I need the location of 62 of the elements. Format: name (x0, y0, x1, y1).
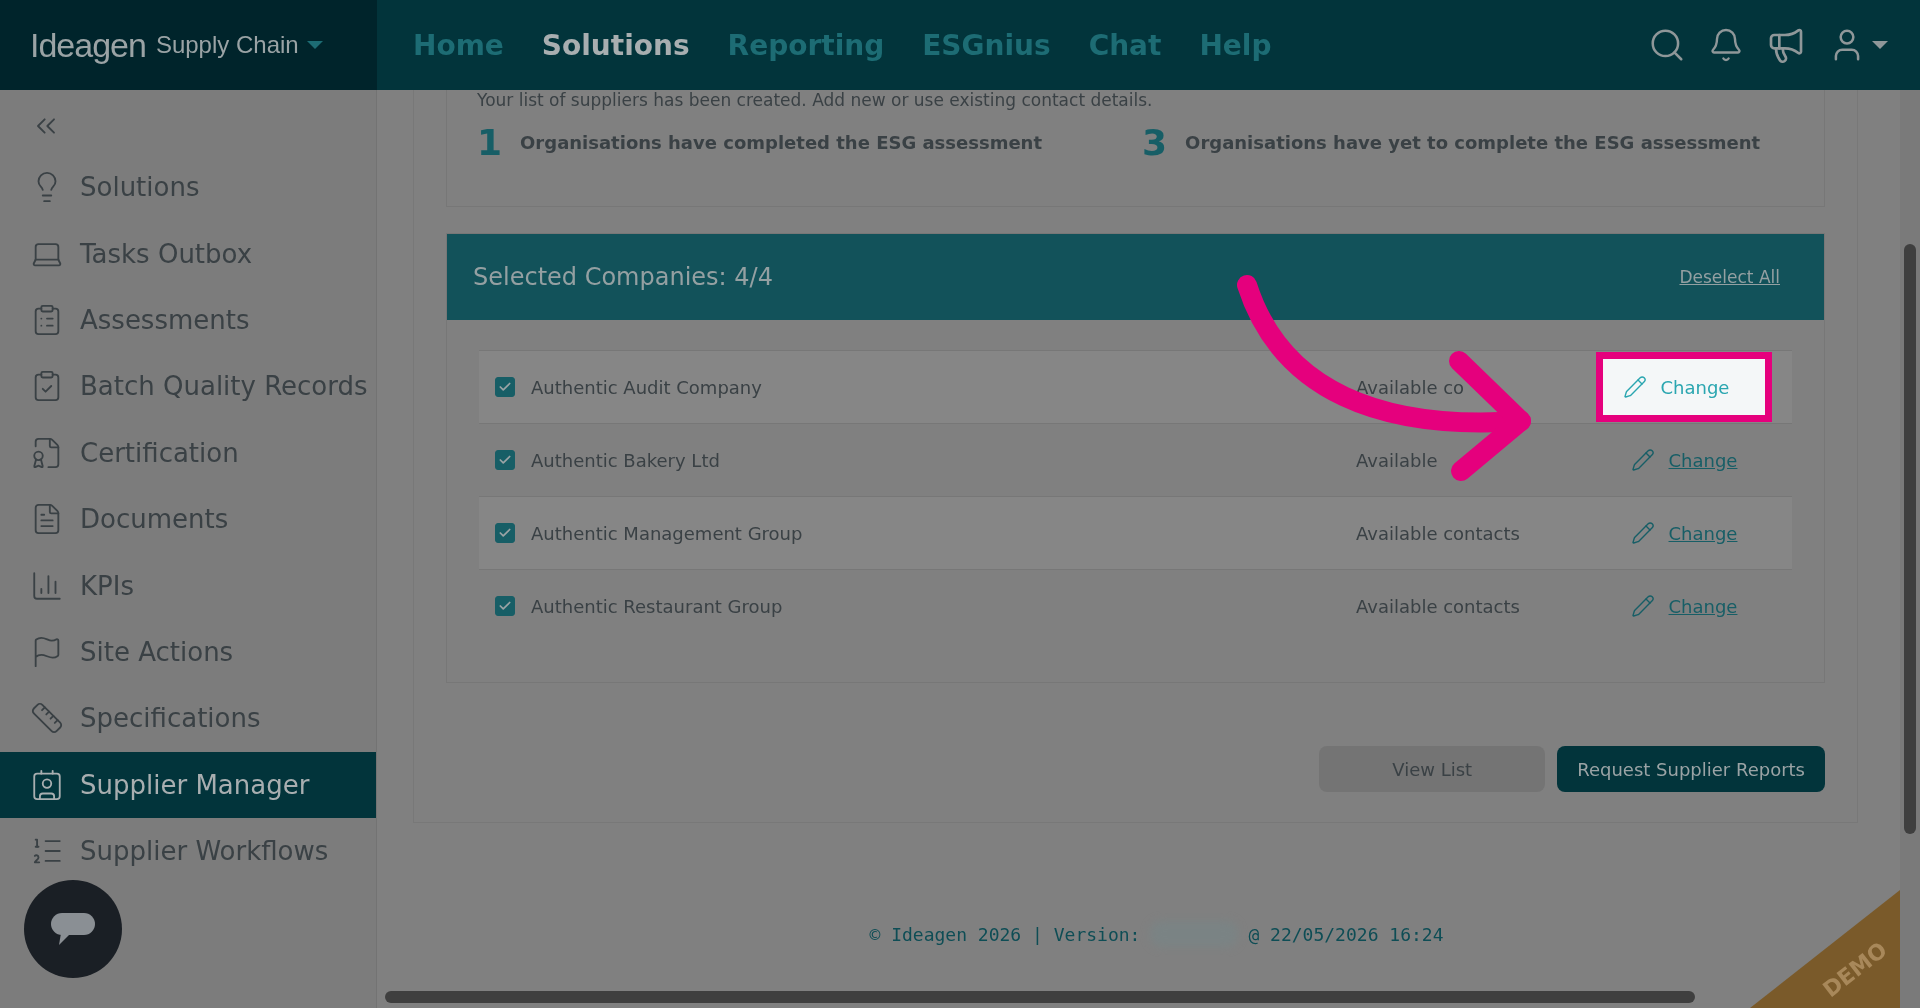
change-link[interactable]: Change (1630, 448, 1738, 472)
speech-bubble-icon (49, 911, 97, 947)
sidebar-item[interactable]: Assessments (0, 286, 376, 354)
logo: Ideagen (30, 25, 146, 65)
checkbox[interactable] (495, 596, 515, 616)
stat-count: 3 (1142, 122, 1168, 163)
scrollbar-thumb[interactable] (1904, 244, 1916, 834)
contacts-label: Available contacts (1356, 595, 1521, 617)
company-name: Authentic Restaurant Group (531, 595, 784, 617)
timestamp-text: @ 22/05/2026 16:24 (1248, 923, 1444, 945)
check-icon (498, 526, 512, 540)
check-icon (498, 599, 512, 613)
sidebar-item[interactable]: Specifications (0, 685, 376, 752)
checkbox[interactable] (495, 377, 515, 397)
checkbox[interactable] (495, 450, 515, 470)
notifications-button[interactable] (1708, 27, 1744, 63)
company-name: Authentic Management Group (531, 522, 804, 544)
contacts-label: Available contacts (1356, 522, 1521, 544)
scrollbar-thumb[interactable] (385, 991, 1695, 1003)
contacts-label: Available co (1356, 376, 1466, 398)
copyright-text: © Ideagen 2026 | Version: (869, 923, 1141, 945)
change-link[interactable]: Change (1630, 521, 1738, 545)
view-list-button[interactable]: View List (1319, 746, 1546, 792)
sidebar-item[interactable]: Batch Quality Records (0, 353, 376, 420)
nav-link[interactable]: ESGnius (922, 28, 1051, 62)
pencil-icon (1622, 375, 1647, 399)
deselect-all-link[interactable]: Deselect All (1679, 267, 1780, 287)
sidebar-item[interactable]: Certification (0, 419, 376, 486)
pencil-icon (1630, 521, 1655, 545)
company-name: Authentic Audit Company (531, 376, 763, 398)
nav-link[interactable]: Chat (1088, 28, 1162, 62)
bell-icon (1708, 27, 1744, 63)
sidebar-item[interactable]: KPIs (0, 552, 376, 619)
request-reports-button[interactable]: Request Supplier Reports (1557, 746, 1825, 792)
selection-title: Selected Companies: 4/4 (473, 263, 773, 291)
nav-link[interactable]: Solutions (541, 28, 690, 62)
sidebar-item[interactable]: Solutions (0, 154, 376, 221)
nav-link[interactable]: Reporting (727, 28, 885, 62)
company-name: Authentic Bakery Ltd (531, 449, 721, 471)
intro-text: Your list of suppliers has been created. Add new or use existing contact details. (477, 90, 1154, 110)
sidebar-item[interactable]: Supplier Workflows (0, 817, 376, 885)
sidebar-item[interactable]: Site Actions (0, 618, 376, 686)
stat-count: 1 (477, 122, 503, 163)
ruler-icon (30, 701, 64, 736)
pencil-icon (1630, 594, 1655, 618)
sidebar-item[interactable]: Supplier Manager (0, 751, 376, 818)
contact-card-icon (30, 767, 64, 802)
caret-icon (1872, 41, 1888, 49)
nav-link[interactable]: Help (1199, 28, 1272, 62)
product-switcher[interactable]: Supply Chain (155, 31, 323, 59)
contacts-label: Available (1356, 449, 1439, 471)
stat-label: Organisations have completed the ESG assessment (520, 132, 1043, 153)
caret-icon (306, 41, 323, 49)
change-link[interactable]: Change (1630, 594, 1738, 618)
pencil-icon (1630, 448, 1655, 472)
checkbox[interactable] (495, 523, 515, 543)
sidebar-item[interactable]: Documents (0, 485, 376, 553)
check-icon (498, 380, 512, 394)
check-icon (498, 453, 512, 467)
sidebar-item[interactable]: Tasks Outbox (0, 220, 376, 287)
stat-label: Organisations have yet to complete the ESG assessment (1185, 132, 1761, 153)
nav-link[interactable]: Home (413, 28, 504, 62)
